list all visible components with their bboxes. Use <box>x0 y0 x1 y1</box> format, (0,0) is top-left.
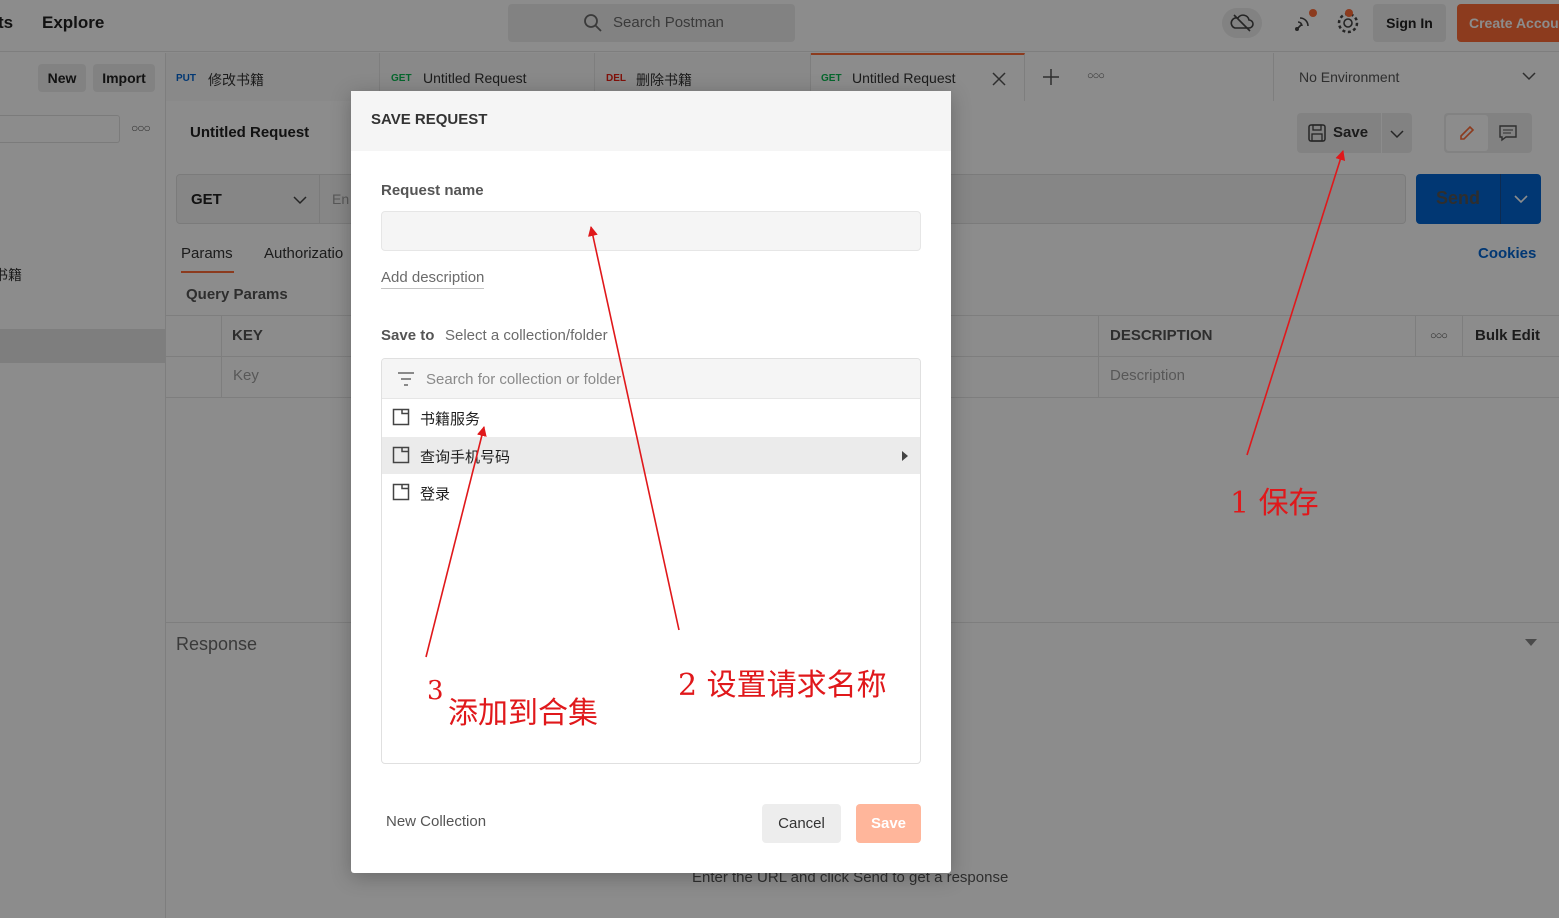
annotation-step-1: 1 保存 <box>1230 486 1319 521</box>
arrow-to-request-name <box>588 226 680 631</box>
arrow-to-save <box>1246 150 1346 456</box>
arrow-to-collection <box>425 426 487 658</box>
annotation-step-3-number: 3 <box>427 676 444 706</box>
annotation-step-3: 添加到合集 <box>448 696 598 731</box>
annotation-step-2: 2 设置请求名称 <box>678 668 887 703</box>
annotation-arrows <box>425 150 1346 658</box>
